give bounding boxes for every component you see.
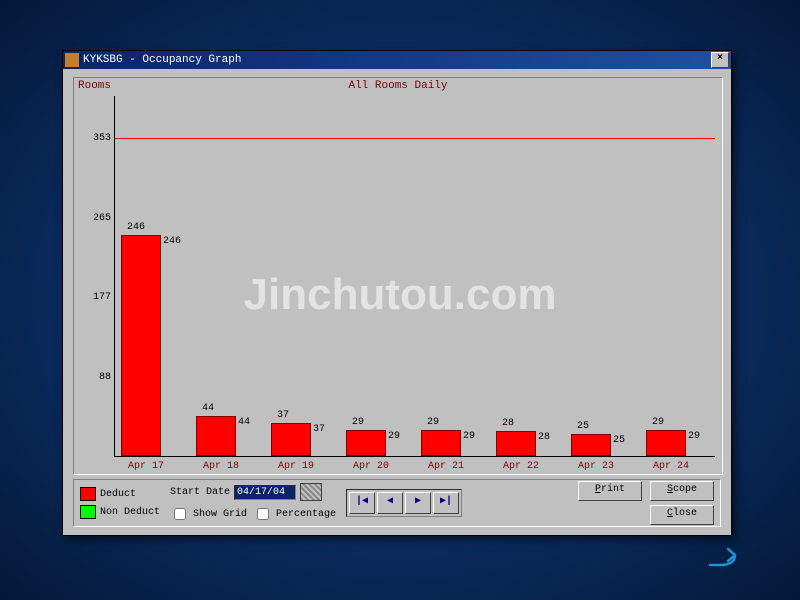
bar-value-top: 44 xyxy=(202,403,214,414)
bar-deduct xyxy=(196,416,236,456)
bar-value-top: 29 xyxy=(427,417,439,428)
threshold-line xyxy=(115,138,715,139)
nav-last-button[interactable]: ▶| xyxy=(433,492,459,514)
x-category: Apr 21 xyxy=(411,461,481,472)
bar-value-side: 28 xyxy=(538,432,550,443)
nav-prev-button[interactable]: ◀ xyxy=(377,492,403,514)
bar-value-top: 25 xyxy=(577,421,589,432)
bar-deduct xyxy=(271,423,311,456)
y-tick: 88 xyxy=(85,372,111,383)
nav-first-button[interactable]: |◀ xyxy=(349,492,375,514)
y-tick: 265 xyxy=(85,213,111,224)
bar-value-top: 246 xyxy=(127,222,145,233)
x-category: Apr 19 xyxy=(261,461,331,472)
bar-deduct xyxy=(571,434,611,457)
y-tick: 353 xyxy=(85,133,111,144)
chart-area: Rooms All Rooms Daily 88177265353246246A… xyxy=(73,77,723,475)
percentage-label: Percentage xyxy=(276,509,336,520)
bar-value-top: 37 xyxy=(277,410,289,421)
plot-region: 88177265353246246Apr 174444Apr 183737Apr… xyxy=(114,96,715,457)
percentage-checkbox[interactable] xyxy=(257,508,269,520)
bar-deduct xyxy=(421,430,461,456)
show-grid-label: Show Grid xyxy=(193,509,247,520)
bar-deduct xyxy=(346,430,386,456)
calendar-icon[interactable] xyxy=(300,483,322,501)
start-date-label: Start Date xyxy=(170,487,230,498)
bar-deduct xyxy=(496,431,536,456)
bar-value-side: 29 xyxy=(688,431,700,442)
legend-deduct: Deduct xyxy=(80,487,160,501)
back-arrow-icon[interactable] xyxy=(700,540,740,570)
x-category: Apr 22 xyxy=(486,461,556,472)
bar-value-side: 25 xyxy=(613,435,625,446)
close-button[interactable]: Close xyxy=(650,505,714,525)
bar-value-side: 246 xyxy=(163,236,181,247)
x-category: Apr 23 xyxy=(561,461,631,472)
bar-value-side: 44 xyxy=(238,417,250,428)
bar-value-top: 29 xyxy=(652,417,664,428)
bar-value-side: 29 xyxy=(463,431,475,442)
x-category: Apr 18 xyxy=(186,461,256,472)
app-icon xyxy=(65,53,79,67)
nav-buttons: |◀ ◀ ▶ ▶| xyxy=(346,489,462,517)
show-grid-checkbox[interactable] xyxy=(174,508,186,520)
legend-deduct-label: Deduct xyxy=(100,489,136,500)
legend-nondeduct-label: Non Deduct xyxy=(100,507,160,518)
nav-next-button[interactable]: ▶ xyxy=(405,492,431,514)
bar-deduct xyxy=(646,430,686,456)
titlebar: KYKSBG - Occupancy Graph × xyxy=(63,51,731,69)
print-button[interactable]: Print xyxy=(578,481,642,501)
x-category: Apr 17 xyxy=(111,461,181,472)
chart-title: All Rooms Daily xyxy=(74,80,722,92)
y-tick: 177 xyxy=(85,292,111,303)
legend-nondeduct: Non Deduct xyxy=(80,505,160,519)
close-icon[interactable]: × xyxy=(711,52,729,68)
window-title: KYKSBG - Occupancy Graph xyxy=(83,54,711,66)
controls-middle: Start Date Show Grid Percentage xyxy=(170,483,336,523)
action-buttons: Print Scope Close xyxy=(578,481,714,525)
bar-value-side: 29 xyxy=(388,431,400,442)
control-panel: Deduct Non Deduct Start Date Show Grid P… xyxy=(73,479,721,527)
bar-value-top: 29 xyxy=(352,417,364,428)
x-category: Apr 24 xyxy=(636,461,706,472)
swatch-nondeduct xyxy=(80,505,96,519)
bar-deduct xyxy=(121,235,161,456)
scope-button[interactable]: Scope xyxy=(650,481,714,501)
bar-value-side: 37 xyxy=(313,424,325,435)
start-date-input[interactable] xyxy=(234,485,296,500)
occupancy-graph-window: KYKSBG - Occupancy Graph × Rooms All Roo… xyxy=(62,50,732,536)
bar-value-top: 28 xyxy=(502,418,514,429)
x-category: Apr 20 xyxy=(336,461,406,472)
swatch-deduct xyxy=(80,487,96,501)
legend: Deduct Non Deduct xyxy=(80,487,160,519)
